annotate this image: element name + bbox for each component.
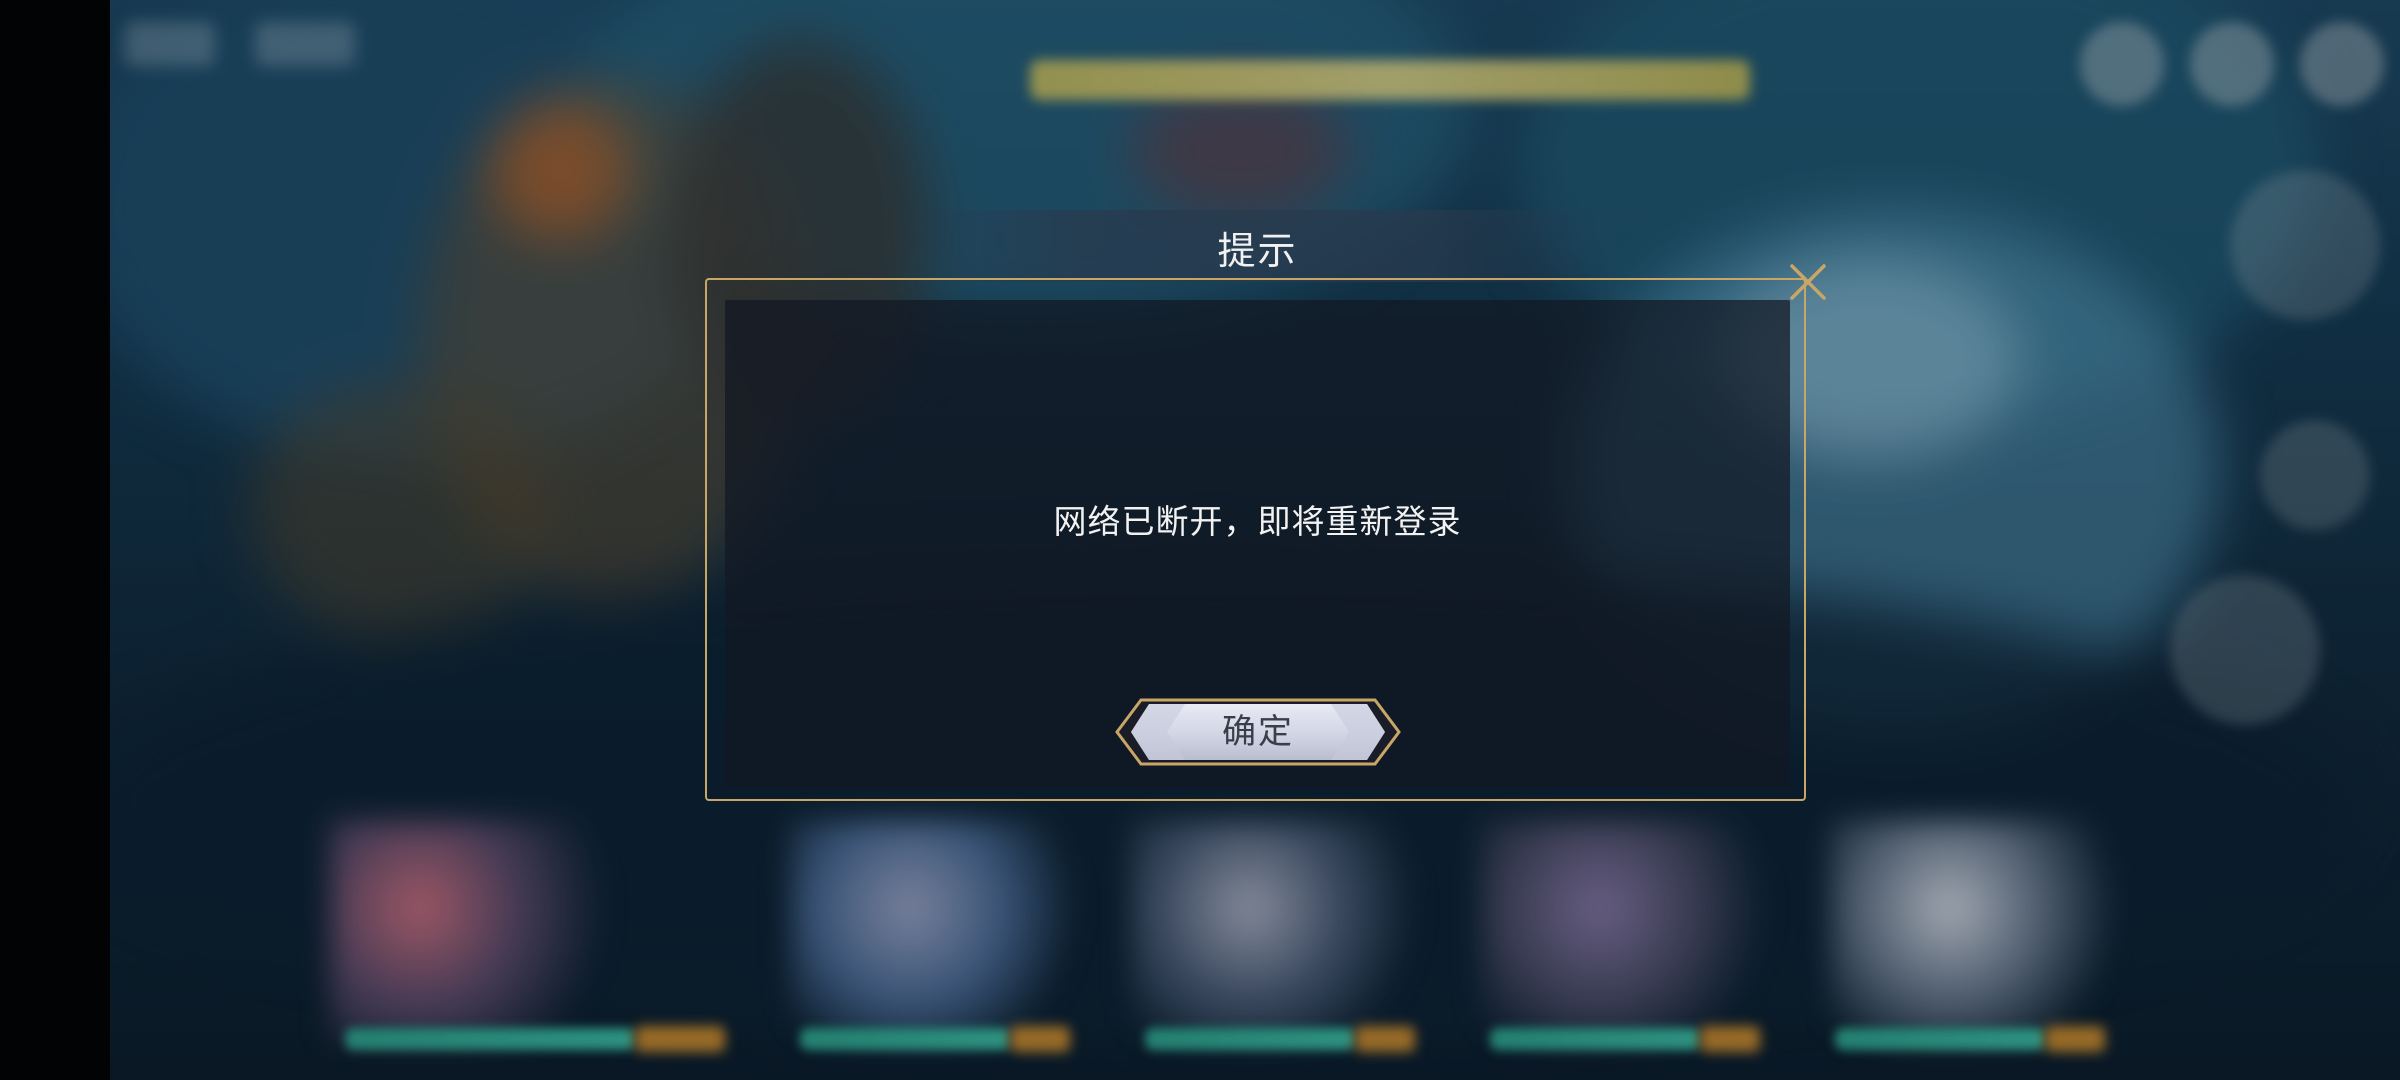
dialog-message: 网络已断开，即将重新登录: [1053, 502, 1462, 541]
close-icon: [1790, 264, 1826, 300]
dialog-title: 提示: [1217, 229, 1298, 273]
dialog-close-button[interactable]: [1783, 257, 1833, 307]
game-screen: 提示 网络已断开，即将重新登录 确定: [0, 0, 2400, 1080]
network-disconnect-dialog: 提示 网络已断开，即将重新登录 确定: [705, 210, 1826, 805]
confirm-button[interactable]: 确定: [1115, 694, 1401, 770]
confirm-button-label: 确定: [1222, 712, 1294, 752]
